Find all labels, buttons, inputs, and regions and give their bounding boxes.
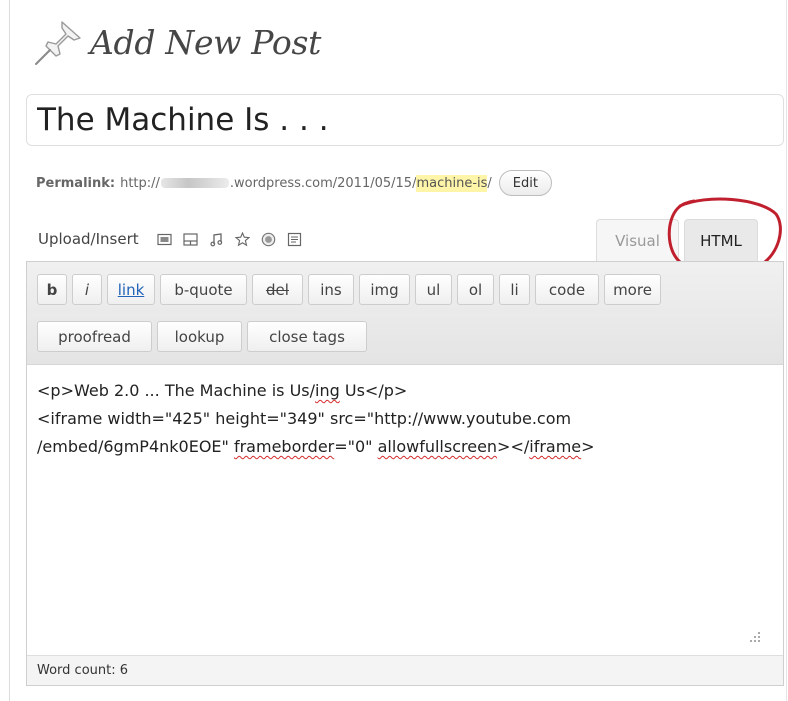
qt-ol-button[interactable]: ol: [457, 274, 494, 305]
qt-blockquote-button[interactable]: b-quote: [160, 274, 247, 305]
content-text: <p>Web 2.0 ... The Machine is Us/: [37, 381, 316, 400]
content-line-1: <p>Web 2.0 ... The Machine is Us/ing Us<…: [37, 377, 773, 405]
content-text: ></: [497, 437, 530, 456]
word-count-bar: Word count: 6: [27, 655, 783, 685]
qt-link-button[interactable]: link: [107, 274, 155, 305]
content-text: Us</p>: [339, 381, 408, 400]
permalink-domain: .wordpress.com/2011/05/15/: [229, 175, 417, 191]
edit-permalink-button[interactable]: Edit: [498, 170, 552, 196]
qt-close-tags-button[interactable]: close tags: [247, 321, 367, 352]
permalink-trailing: /: [487, 175, 492, 191]
content-text: /embed/6gmP4nk0EOE": [37, 437, 234, 456]
pushpin-icon: [35, 21, 81, 65]
permalink-label: Permalink:: [36, 175, 116, 191]
permalink-row: Permalink: http:// .wordpress.com/2011/0…: [36, 170, 552, 196]
qt-ins-button[interactable]: ins: [308, 274, 354, 305]
image-icon[interactable]: [157, 232, 172, 247]
content-text: ="0": [334, 437, 378, 456]
quicktags-toolbar: b i link b-quote del ins img ul ol li co…: [27, 262, 783, 365]
qt-bold-button[interactable]: b: [37, 274, 67, 305]
redacted-blog-name: [160, 178, 229, 188]
tab-html[interactable]: HTML: [684, 219, 758, 261]
page-title: Add New Post: [90, 22, 322, 62]
content-line-3: /embed/6gmP4nk0EOE" frameborder="0" allo…: [37, 433, 773, 461]
qt-ul-button[interactable]: ul: [415, 274, 452, 305]
qt-proofread-button[interactable]: proofread: [37, 321, 152, 352]
qt-more-button[interactable]: more: [604, 274, 661, 305]
qt-code-button[interactable]: code: [535, 274, 599, 305]
upload-insert-bar: Upload/Insert: [38, 230, 313, 248]
spellcheck-word: frameborder: [233, 437, 335, 456]
tab-visual[interactable]: Visual: [596, 219, 679, 261]
post-content-textarea[interactable]: <p>Web 2.0 ... The Machine is Us/ing Us<…: [27, 365, 783, 655]
content-text: >: [581, 437, 595, 456]
qt-del-button[interactable]: del: [252, 274, 303, 305]
qt-img-button[interactable]: img: [359, 274, 410, 305]
frame-border-left: [9, 0, 10, 701]
content-line-2: <iframe width="425" height="349" src="ht…: [37, 409, 572, 428]
form-icon[interactable]: [287, 232, 302, 247]
post-editor: b i link b-quote del ins img ul ol li co…: [26, 261, 784, 686]
qt-li-button[interactable]: li: [499, 274, 530, 305]
poll-icon[interactable]: [261, 232, 276, 247]
spellcheck-word: iframe: [529, 437, 582, 456]
media-icon[interactable]: [234, 231, 250, 247]
spellcheck-word: allowfullscreen: [377, 437, 498, 456]
video-icon[interactable]: [183, 232, 198, 247]
word-count: Word count: 6: [37, 663, 129, 678]
audio-icon[interactable]: [209, 232, 224, 247]
resize-grip-icon[interactable]: [749, 631, 761, 643]
upload-insert-label: Upload/Insert: [38, 230, 139, 248]
frame-border-right: [786, 0, 787, 701]
qt-italic-button[interactable]: i: [72, 274, 102, 305]
page-heading: Add New Post: [32, 18, 321, 66]
post-title-input[interactable]: [26, 94, 784, 146]
qt-lookup-button[interactable]: lookup: [157, 321, 242, 352]
spellcheck-word: ing: [315, 381, 340, 400]
permalink-slug[interactable]: machine-is: [416, 174, 488, 192]
permalink-prefix: http://: [120, 175, 160, 191]
